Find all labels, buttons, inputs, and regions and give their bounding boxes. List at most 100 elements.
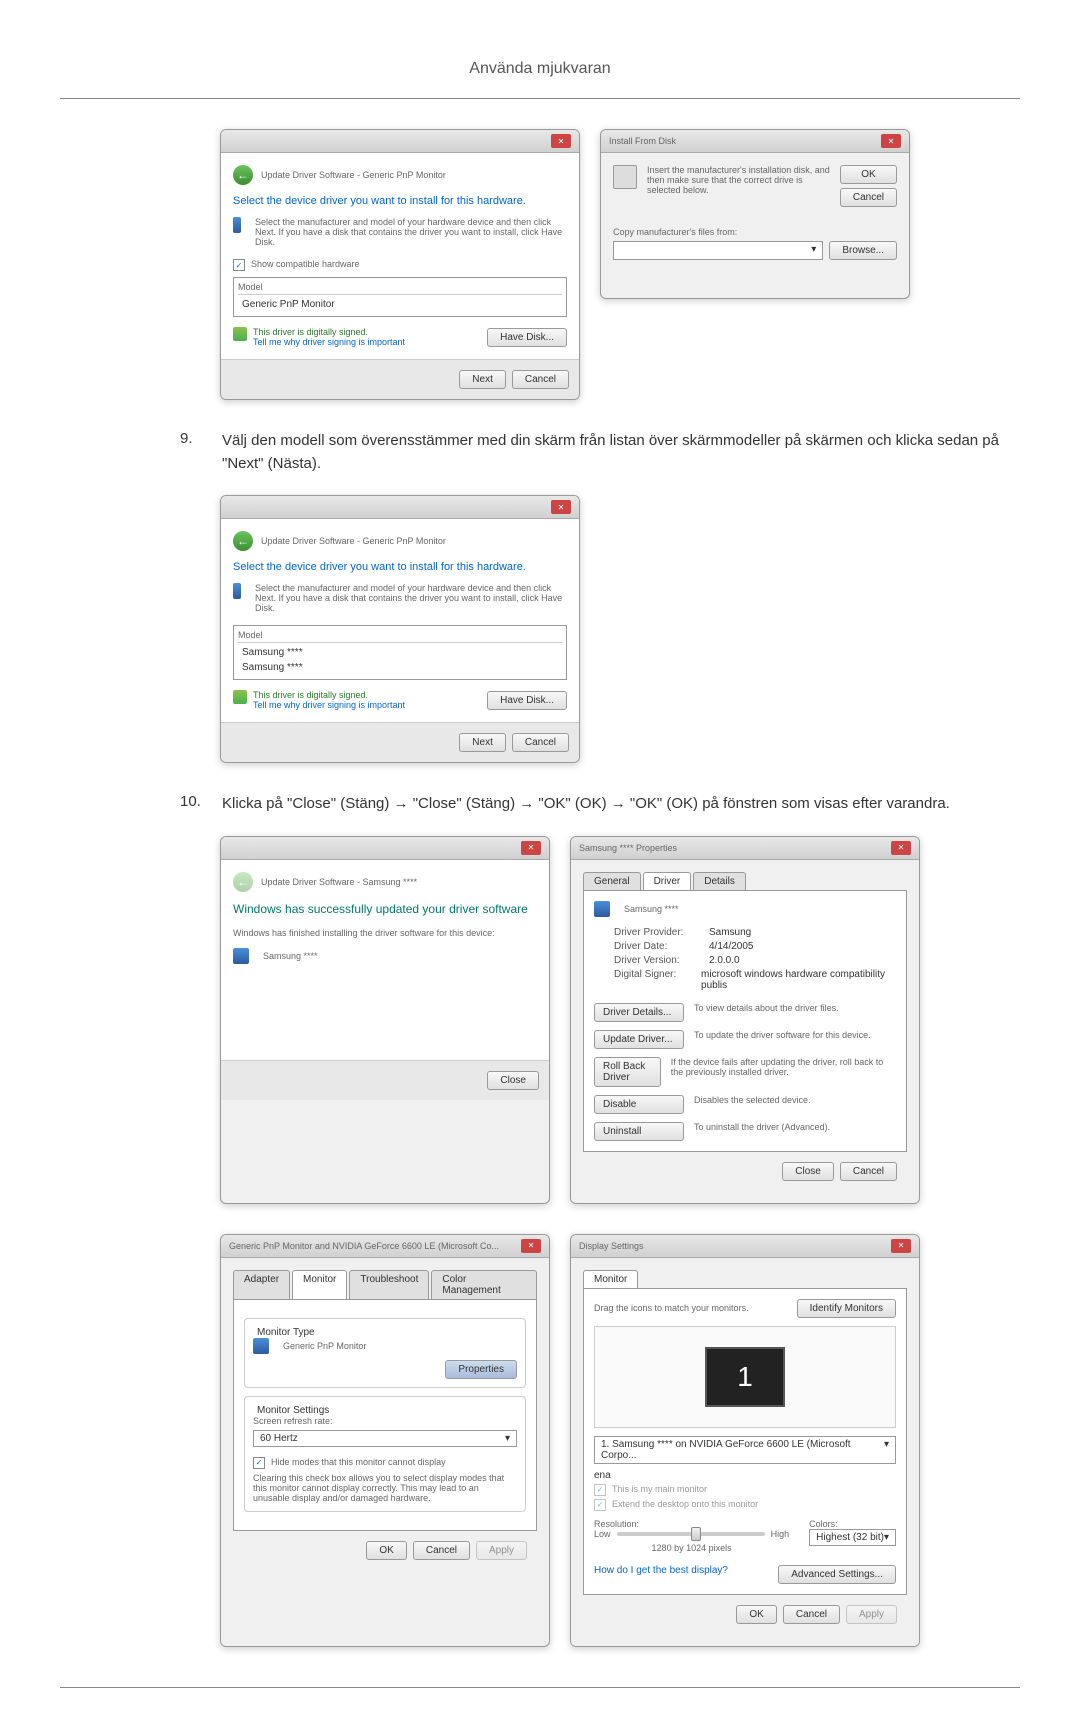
- model-item[interactable]: Generic PnP Monitor: [238, 297, 562, 312]
- apply-button[interactable]: Apply: [846, 1605, 897, 1624]
- show-compatible-label: Show compatible hardware: [251, 259, 360, 271]
- update-driver-button[interactable]: Update Driver...: [594, 1030, 684, 1049]
- signing-link[interactable]: Tell me why driver signing is important: [253, 700, 405, 710]
- model-list[interactable]: Model Generic PnP Monitor: [233, 277, 567, 317]
- chevron-down-icon: ▾: [884, 1532, 889, 1543]
- properties-button[interactable]: Properties: [445, 1360, 517, 1379]
- cancel-button[interactable]: Cancel: [512, 370, 569, 389]
- signing-link[interactable]: Tell me why driver signing is important: [253, 337, 405, 347]
- tab-general[interactable]: General: [583, 872, 641, 890]
- model-item[interactable]: Samsung ****: [238, 660, 562, 675]
- signed-text: This driver is digitally signed.: [253, 690, 405, 700]
- apply-button[interactable]: Apply: [476, 1541, 527, 1560]
- cancel-button[interactable]: Cancel: [783, 1605, 840, 1624]
- ok-button[interactable]: OK: [366, 1541, 406, 1560]
- properties-window: Samsung **** Properties ✕ General Driver…: [570, 836, 920, 1204]
- close-icon[interactable]: ✕: [891, 1239, 911, 1253]
- close-icon[interactable]: ✕: [521, 1239, 541, 1253]
- have-disk-button[interactable]: Have Disk...: [487, 328, 567, 347]
- update-success-window: ✕ ← Update Driver Software - Samsung ***…: [220, 836, 550, 1204]
- ok-button[interactable]: OK: [736, 1605, 776, 1624]
- model-header: Model: [238, 630, 562, 643]
- hide-modes-desc: Clearing this check box allows you to se…: [253, 1473, 517, 1503]
- back-arrow-icon: ←: [233, 872, 253, 892]
- window-title: Samsung **** Properties: [579, 843, 677, 853]
- monitor-select-dropdown[interactable]: 1. Samsung **** on NVIDIA GeForce 6600 L…: [594, 1436, 896, 1464]
- resolution-slider[interactable]: Low High: [594, 1529, 789, 1539]
- cancel-button[interactable]: Cancel: [840, 1162, 897, 1181]
- close-icon[interactable]: ✕: [891, 841, 911, 855]
- monitor-preview[interactable]: 1: [705, 1347, 785, 1407]
- help-link[interactable]: How do I get the best display?: [594, 1565, 728, 1584]
- tab-color[interactable]: Color Management: [431, 1270, 537, 1299]
- hardware-icon: [233, 948, 249, 964]
- uninstall-button[interactable]: Uninstall: [594, 1122, 684, 1141]
- main-monitor-checkbox[interactable]: [594, 1484, 606, 1496]
- disable-button[interactable]: Disable: [594, 1095, 684, 1114]
- disable-desc: Disables the selected device.: [694, 1095, 811, 1105]
- provider-value: Samsung: [709, 927, 751, 938]
- step-number: 10.: [180, 793, 210, 816]
- wizard-description: Select the manufacturer and model of you…: [255, 583, 567, 613]
- details-desc: To view details about the driver files.: [694, 1003, 839, 1013]
- show-compatible-checkbox[interactable]: [233, 259, 245, 271]
- tab-details[interactable]: Details: [693, 872, 746, 890]
- window-title: Generic PnP Monitor and NVIDIA GeForce 6…: [229, 1241, 499, 1251]
- hide-modes-checkbox[interactable]: [253, 1457, 265, 1469]
- tab-troubleshoot[interactable]: Troubleshoot: [349, 1270, 429, 1299]
- model-list[interactable]: Model Samsung **** Samsung ****: [233, 625, 567, 680]
- back-arrow-icon[interactable]: ←: [233, 531, 253, 551]
- refresh-rate-dropdown[interactable]: 60 Hertz ▾: [253, 1430, 517, 1447]
- signer-label: Digital Signer:: [614, 969, 701, 991]
- next-button[interactable]: Next: [459, 733, 506, 752]
- wizard-description: Select the manufacturer and model of you…: [255, 217, 567, 247]
- model-item[interactable]: Samsung ****: [238, 645, 562, 660]
- close-icon[interactable]: ✕: [551, 500, 571, 514]
- colors-dropdown[interactable]: Highest (32 bit) ▾: [809, 1529, 896, 1546]
- hardware-icon: [594, 901, 610, 917]
- ok-button[interactable]: OK: [840, 165, 897, 184]
- date-label: Driver Date:: [614, 941, 709, 952]
- rollback-button[interactable]: Roll Back Driver: [594, 1057, 661, 1087]
- extend-desktop-checkbox[interactable]: [594, 1499, 606, 1511]
- identify-button[interactable]: Identify Monitors: [797, 1299, 896, 1318]
- version-label: Driver Version:: [614, 955, 709, 966]
- cancel-button[interactable]: Cancel: [840, 188, 897, 207]
- monitor-nvidia-window: Generic PnP Monitor and NVIDIA GeForce 6…: [220, 1234, 550, 1647]
- update-driver-window-2: ✕ ← Update Driver Software - Generic PnP…: [220, 495, 580, 763]
- monitor-type: Generic PnP Monitor: [283, 1341, 366, 1351]
- tab-driver[interactable]: Driver: [643, 872, 692, 890]
- titlebar: ✕: [221, 130, 579, 153]
- low-label: Low: [594, 1529, 611, 1539]
- titlebar: Display Settings ✕: [571, 1235, 919, 1258]
- next-button[interactable]: Next: [459, 370, 506, 389]
- footer-line: [60, 1687, 1020, 1688]
- back-arrow-icon[interactable]: ←: [233, 165, 253, 185]
- titlebar: ✕: [221, 837, 549, 860]
- close-button[interactable]: Close: [782, 1162, 834, 1181]
- cancel-button[interactable]: Cancel: [512, 733, 569, 752]
- monitor-settings-label: Monitor Settings: [253, 1405, 517, 1416]
- tab-adapter[interactable]: Adapter: [233, 1270, 290, 1299]
- tab-monitor[interactable]: Monitor: [583, 1270, 638, 1288]
- rollback-desc: If the device fails after updating the d…: [671, 1057, 896, 1077]
- advanced-button[interactable]: Advanced Settings...: [778, 1565, 896, 1584]
- close-button[interactable]: Close: [487, 1071, 539, 1090]
- device-name: Samsung ****: [263, 951, 318, 961]
- close-icon[interactable]: ✕: [521, 841, 541, 855]
- chevron-down-icon: ▾: [505, 1433, 510, 1444]
- refresh-rate-value: 60 Hertz: [260, 1433, 298, 1444]
- have-disk-button[interactable]: Have Disk...: [487, 691, 567, 710]
- drag-text: Drag the icons to match your monitors.: [594, 1303, 749, 1313]
- cancel-button[interactable]: Cancel: [413, 1541, 470, 1560]
- close-icon[interactable]: ✕: [551, 134, 571, 148]
- hide-modes-label: Hide modes that this monitor cannot disp…: [271, 1457, 446, 1469]
- hardware-icon: [233, 217, 241, 233]
- path-dropdown[interactable]: ▾: [613, 241, 823, 260]
- tab-monitor[interactable]: Monitor: [292, 1270, 347, 1299]
- colors-label: Colors:: [809, 1519, 896, 1529]
- monitor-select-value: 1. Samsung **** on NVIDIA GeForce 6600 L…: [601, 1439, 884, 1461]
- driver-details-button[interactable]: Driver Details...: [594, 1003, 684, 1022]
- close-icon[interactable]: ✕: [881, 134, 901, 148]
- browse-button[interactable]: Browse...: [829, 241, 897, 260]
